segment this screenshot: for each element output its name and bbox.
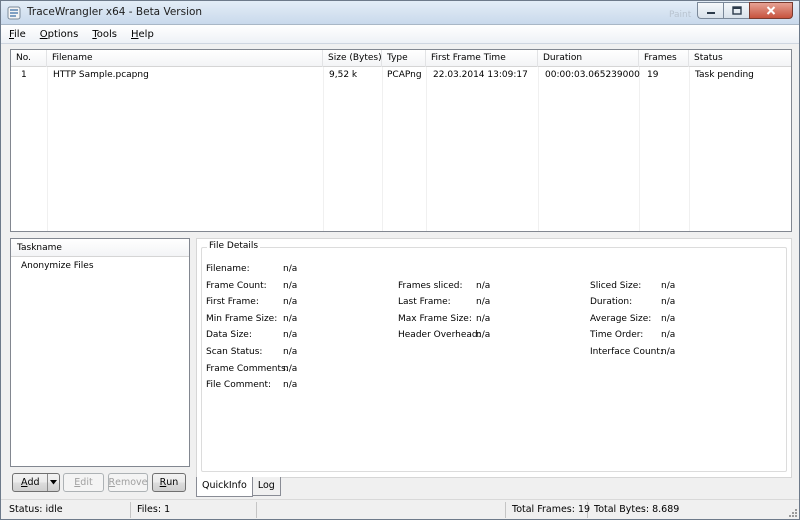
- column-header-frames[interactable]: Frames: [639, 50, 689, 67]
- detail-value: n/a: [283, 330, 298, 340]
- menu-options[interactable]: Options: [38, 28, 81, 41]
- detail-label: Max Frame Size:: [398, 314, 472, 324]
- app-icon: [7, 6, 21, 20]
- detail-value: n/a: [283, 347, 298, 357]
- chevron-down-icon: [50, 480, 57, 485]
- detail-value: n/a: [661, 297, 676, 307]
- window-title: TraceWrangler x64 - Beta Version: [27, 6, 203, 18]
- file-details-caption: File Details: [207, 241, 261, 251]
- file-list[interactable]: No. Filename Size (Bytes) Type First Fra…: [10, 49, 792, 232]
- close-icon: [766, 6, 776, 15]
- column-header-size[interactable]: Size (Bytes): [323, 50, 382, 67]
- column-divider: [382, 67, 383, 231]
- detail-label: Average Size:: [590, 314, 652, 324]
- quickinfo-panel: File Details Filename: n/a Frame Count: …: [196, 238, 792, 478]
- menu-file[interactable]: File: [7, 28, 28, 41]
- column-divider: [47, 67, 48, 231]
- status-spacer: [257, 502, 506, 518]
- column-divider: [639, 67, 640, 231]
- column-header-duration[interactable]: Duration: [538, 50, 639, 67]
- bottom-tabs: QuickInfo Log: [196, 477, 281, 497]
- detail-label: Scan Status:: [206, 347, 263, 357]
- total-frames: Total Frames: 19: [506, 502, 590, 518]
- detail-value: n/a: [283, 364, 298, 374]
- cell-duration: 00:00:03.065239000: [545, 70, 640, 80]
- detail-label: Data Size:: [206, 330, 252, 340]
- column-divider: [323, 67, 324, 231]
- detail-label: Time Order:: [590, 330, 644, 340]
- detail-label: File Comment:: [206, 380, 272, 390]
- background-window-title: Paint: [669, 10, 692, 20]
- column-divider: [538, 67, 539, 231]
- detail-value: n/a: [283, 264, 298, 274]
- tab-quickinfo[interactable]: QuickInfo: [196, 477, 253, 497]
- file-details-group: File Details Filename: n/a Frame Count: …: [201, 241, 787, 472]
- cell-frames: 19: [647, 70, 659, 80]
- edit-button[interactable]: Edit: [63, 473, 104, 492]
- add-dropdown-arrow[interactable]: [47, 474, 59, 491]
- column-header-first-frame-time[interactable]: First Frame Time: [426, 50, 538, 67]
- maximize-button[interactable]: [723, 2, 749, 19]
- run-button[interactable]: Run: [152, 473, 186, 492]
- column-header-status[interactable]: Status: [689, 50, 791, 67]
- detail-label: Last Frame:: [398, 297, 451, 307]
- cell-filename: HTTP Sample.pcapng: [53, 70, 149, 80]
- column-divider: [426, 67, 427, 231]
- column-header-no[interactable]: No.: [11, 50, 47, 67]
- detail-value: n/a: [283, 314, 298, 324]
- status-bar: Status: idle Files: 1 Total Frames: 19 T…: [1, 499, 799, 519]
- close-button[interactable]: [749, 2, 793, 19]
- title-bar[interactable]: TraceWrangler x64 - Beta Version Paint: [1, 1, 799, 25]
- detail-value: n/a: [661, 347, 676, 357]
- detail-label: Filename:: [206, 264, 250, 274]
- detail-value: n/a: [283, 380, 298, 390]
- list-item[interactable]: Anonymize Files: [11, 259, 189, 274]
- file-list-header: No. Filename Size (Bytes) Type First Fra…: [11, 50, 791, 67]
- cell-status: Task pending: [695, 70, 754, 80]
- status-text: Status: idle: [3, 502, 131, 518]
- cell-size: 9,52 k: [329, 70, 358, 80]
- detail-label: Frames sliced:: [398, 281, 463, 291]
- cell-type: PCAPng: [387, 70, 422, 80]
- total-bytes: Total Bytes: 8.689: [594, 504, 680, 515]
- minimize-button[interactable]: [697, 2, 723, 19]
- detail-label: Duration:: [590, 297, 633, 307]
- menu-bar: File Options Tools Help: [1, 25, 799, 44]
- task-list[interactable]: Taskname Anonymize Files: [10, 238, 190, 467]
- menu-help[interactable]: Help: [129, 28, 156, 41]
- detail-label: Sliced Size:: [590, 281, 642, 291]
- column-divider: [689, 67, 690, 231]
- detail-value: n/a: [661, 330, 676, 340]
- files-count: Files: 1: [131, 502, 257, 518]
- detail-value: n/a: [283, 297, 298, 307]
- resize-grip-icon[interactable]: [787, 507, 797, 517]
- detail-value: n/a: [476, 297, 491, 307]
- task-list-header[interactable]: Taskname: [11, 239, 189, 257]
- menu-tools[interactable]: Tools: [90, 28, 119, 41]
- cell-first-frame-time: 22.03.2014 13:09:17: [433, 70, 528, 80]
- cell-no: 1: [21, 70, 27, 80]
- detail-label: Frame Comments:: [206, 364, 289, 374]
- minimize-icon: [706, 11, 715, 14]
- column-header-filename[interactable]: Filename: [47, 50, 323, 67]
- main-window: TraceWrangler x64 - Beta Version Paint F…: [0, 0, 800, 520]
- add-button[interactable]: Add: [12, 473, 60, 492]
- detail-value: n/a: [661, 314, 676, 324]
- detail-value: n/a: [283, 281, 298, 291]
- detail-label: First Frame:: [206, 297, 259, 307]
- detail-label: Min Frame Size:: [206, 314, 278, 324]
- detail-value: n/a: [476, 281, 491, 291]
- detail-value: n/a: [476, 314, 491, 324]
- detail-value: n/a: [661, 281, 676, 291]
- detail-label: Interface Count:: [590, 347, 663, 357]
- column-header-type[interactable]: Type: [382, 50, 426, 67]
- detail-value: n/a: [476, 330, 491, 340]
- remove-button[interactable]: Remove: [108, 473, 148, 492]
- detail-label: Frame Count:: [206, 281, 267, 291]
- detail-label: Header Overhead:: [398, 330, 481, 340]
- tab-log[interactable]: Log: [251, 477, 281, 496]
- maximize-icon: [731, 6, 742, 15]
